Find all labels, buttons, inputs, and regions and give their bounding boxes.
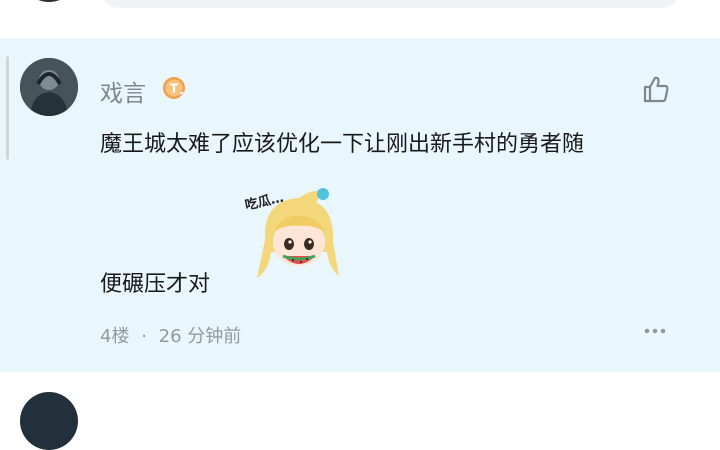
comment-text-line1: 魔王城太难了应该优化一下让刚出新手村的勇者随 xyxy=(100,132,585,157)
avatar[interactable] xyxy=(20,58,78,116)
next-comment-strip xyxy=(0,372,720,404)
sticker-image[interactable]: 吃瓜… xyxy=(243,180,351,292)
scroll-indicator xyxy=(6,56,9,160)
meta-separator: · xyxy=(141,326,147,347)
previous-avatar[interactable] xyxy=(20,0,78,2)
comment-meta: 4楼 · 26 分钟前 xyxy=(100,322,241,348)
next-avatar[interactable] xyxy=(20,392,78,450)
thumbs-up-icon[interactable] xyxy=(640,73,672,105)
svg-text:T: T xyxy=(170,82,179,96)
floor-number: 4楼 xyxy=(100,326,130,347)
more-dots-icon[interactable] xyxy=(640,320,670,342)
comment-text-line2: 便碾压才对 xyxy=(100,272,211,297)
svg-text:5: 5 xyxy=(180,91,185,99)
level-badge-icon: T 5 xyxy=(163,77,185,99)
avatar-image xyxy=(20,58,78,116)
timestamp: 26 分钟前 xyxy=(158,326,242,347)
previous-reply-bubble[interactable] xyxy=(100,0,680,8)
username[interactable]: 戏言 xyxy=(100,74,146,108)
previous-comment-strip xyxy=(0,0,720,38)
